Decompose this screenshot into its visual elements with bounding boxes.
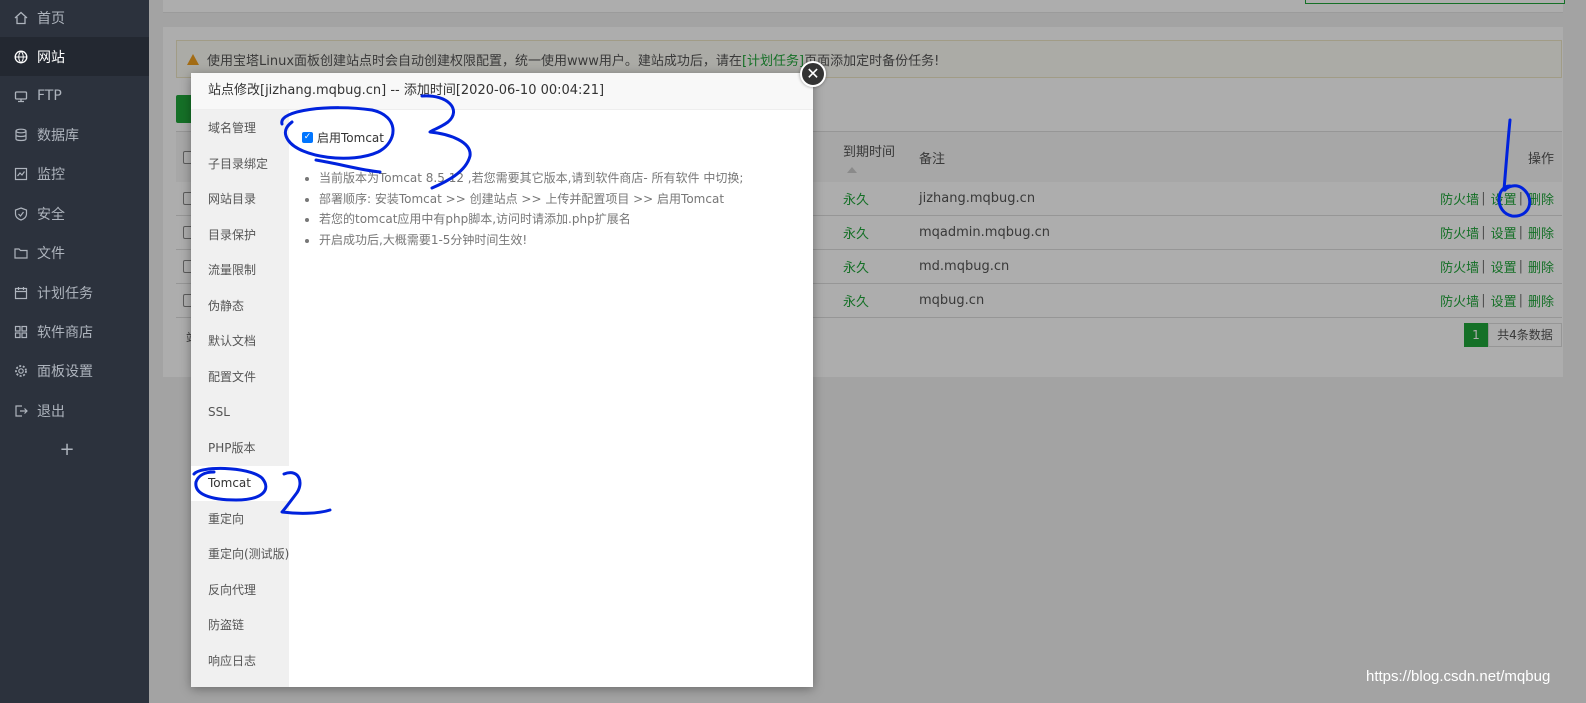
menu-item-traffic-limit[interactable]: 流量限制 — [191, 253, 289, 288]
menu-item-redirect-beta[interactable]: 重定向(测试版) — [191, 537, 289, 572]
tomcat-notes: 当前版本为Tomcat 8.5.12 ,若您需要其它版本,请到软件商店- 所有软… — [303, 168, 743, 251]
sidebar-item-store[interactable]: 软件商店 — [0, 312, 149, 351]
sidebar-item-label: 监控 — [37, 166, 65, 183]
exit-icon — [15, 404, 28, 417]
sidebar-item-database[interactable]: 数据库 — [0, 115, 149, 154]
close-icon[interactable]: ✕ — [800, 61, 826, 87]
menu-item-hotlink[interactable]: 防盗链 — [191, 608, 289, 643]
database-icon — [15, 128, 27, 141]
sidebar-item-cron[interactable]: 计划任务 — [0, 273, 149, 312]
sidebar-item-security[interactable]: 安全 — [0, 194, 149, 233]
enable-tomcat-label: 启用Tomcat — [317, 131, 384, 145]
menu-item-default-doc[interactable]: 默认文档 — [191, 324, 289, 359]
menu-item-dir-protect[interactable]: 目录保护 — [191, 218, 289, 253]
menu-item-reverse-proxy[interactable]: 反向代理 — [191, 573, 289, 608]
shield-icon — [14, 206, 28, 221]
menu-item-redirect[interactable]: 重定向 — [191, 502, 289, 537]
watermark: https://blog.csdn.net/mqbug — [1366, 668, 1551, 685]
ftp-icon — [14, 90, 28, 102]
sidebar-item-logout[interactable]: 退出 — [0, 391, 149, 430]
home-icon — [14, 11, 28, 24]
sidebar-item-label: 计划任务 — [37, 285, 93, 302]
grid-icon — [14, 325, 28, 338]
sidebar-item-ftp[interactable]: FTP — [0, 76, 149, 115]
modal-content: ✓ 启用Tomcat 当前版本为Tomcat 8.5.12 ,若您需要其它版本,… — [289, 110, 813, 687]
enable-tomcat-toggle[interactable]: ✓ 启用Tomcat — [302, 129, 384, 146]
note-item: 当前版本为Tomcat 8.5.12 ,若您需要其它版本,请到软件商店- 所有软… — [319, 168, 743, 189]
note-item: 开启成功后,大概需要1-5分钟时间生效! — [319, 230, 743, 251]
menu-item-log[interactable]: 响应日志 — [191, 644, 289, 679]
menu-item-subdir[interactable]: 子目录绑定 — [191, 147, 289, 182]
sidebar-item-settings[interactable]: 面板设置 — [0, 351, 149, 390]
sidebar-item-monitor[interactable]: 监控 — [0, 154, 149, 193]
modal-title: 站点修改[jizhang.mqbug.cn] -- 添加时间[2020-06-1… — [191, 73, 813, 110]
sidebar-item-label: 面板设置 — [37, 363, 93, 380]
menu-item-tomcat[interactable]: Tomcat — [191, 466, 289, 501]
modal-menu: 域名管理 子目录绑定 网站目录 目录保护 流量限制 伪静态 默认文档 配置文件 … — [191, 110, 289, 687]
folder-icon — [14, 247, 28, 259]
sidebar-item-website[interactable]: 网站 — [0, 37, 149, 76]
site-edit-modal: 站点修改[jizhang.mqbug.cn] -- 添加时间[2020-06-1… — [191, 73, 813, 687]
calendar-icon — [14, 286, 28, 299]
note-item: 部署顺序: 安装Tomcat >> 创建站点 >> 上传并配置项目 >> 启用T… — [319, 189, 743, 210]
sidebar-item-files[interactable]: 文件 — [0, 233, 149, 272]
note-item: 若您的tomcat应用中有php脚本,访问时请添加.php扩展名 — [319, 209, 743, 230]
sidebar: 首页 网站 FTP 数据库 监控 安全 文件 计划任务 软件商店 面板设置 退出… — [0, 0, 149, 703]
menu-item-rewrite[interactable]: 伪静态 — [191, 289, 289, 324]
menu-item-php[interactable]: PHP版本 — [191, 431, 289, 466]
menu-item-domain[interactable]: 域名管理 — [191, 111, 289, 146]
add-shortcut-button[interactable]: + — [0, 433, 134, 467]
sidebar-item-label: 安全 — [37, 206, 65, 223]
sidebar-item-label: 数据库 — [37, 127, 79, 144]
gear-icon — [15, 364, 27, 377]
sidebar-item-label: 软件商店 — [37, 324, 93, 341]
menu-item-config[interactable]: 配置文件 — [191, 360, 289, 395]
globe-icon — [14, 50, 28, 63]
menu-item-ssl[interactable]: SSL — [191, 395, 289, 430]
sidebar-item-label: 首页 — [37, 10, 65, 27]
sidebar-item-label: 文件 — [37, 245, 65, 262]
sidebar-item-label: FTP — [37, 87, 62, 104]
sidebar-item-home[interactable]: 首页 — [0, 0, 149, 37]
sidebar-item-label: 退出 — [37, 403, 65, 420]
sidebar-item-label: 网站 — [37, 49, 65, 66]
checkbox-checked-icon[interactable]: ✓ — [302, 132, 313, 143]
monitor-icon — [14, 167, 28, 180]
menu-item-site-dir[interactable]: 网站目录 — [191, 182, 289, 217]
